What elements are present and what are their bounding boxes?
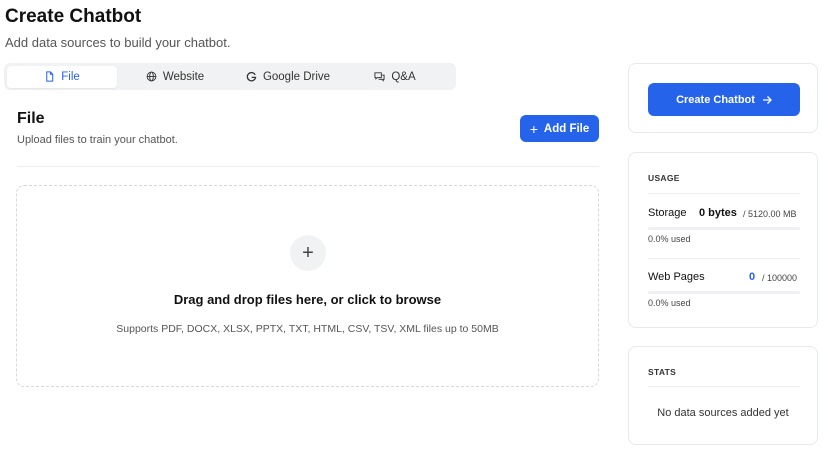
web-pages-used: 0.0% used <box>648 298 691 308</box>
file-dropzone[interactable]: + Drag and drop files here, or click to … <box>16 185 599 387</box>
section-title: File <box>17 110 45 127</box>
file-icon <box>46 71 54 82</box>
web-pages-label: Web Pages <box>648 271 705 283</box>
section-subtitle: Upload files to train your chatbot. <box>17 134 178 146</box>
storage-label: Storage <box>648 207 687 219</box>
dropzone-title: Drag and drop files here, or click to br… <box>173 292 442 307</box>
tab-file[interactable]: File <box>7 65 117 88</box>
usage-heading: USAGE <box>648 173 680 183</box>
stats-card: STATS No data sources added yet <box>628 346 818 445</box>
dropzone-hint: Supports PDF, DOCX, XLSX, PPTX, TXT, HTM… <box>116 323 499 335</box>
tab-qa-label: Q&A <box>391 70 416 83</box>
storage-used: 0.0% used <box>648 234 691 244</box>
page-title: Create Chatbot <box>5 6 142 27</box>
stats-heading: STATS <box>648 367 677 377</box>
usage-divider <box>648 193 800 194</box>
storage-max: / 5120.00 MB <box>743 209 797 219</box>
usage-card: USAGE Storage 0 bytes / 5120.00 MB 0.0% … <box>628 152 818 328</box>
web-pages-max: / 100000 <box>762 273 798 283</box>
google-icon <box>246 71 257 82</box>
create-chatbot-button[interactable]: Create Chatbot <box>648 83 800 116</box>
tab-qa[interactable]: Q&A <box>343 66 447 88</box>
chat-icon <box>374 72 385 82</box>
web-pages-value: 0 <box>749 271 756 283</box>
add-file-button[interactable]: + Add File <box>520 115 599 142</box>
add-file-label: Add File <box>543 122 590 135</box>
tab-google-drive[interactable]: Google Drive <box>233 66 343 88</box>
stats-divider <box>648 386 800 387</box>
tab-website[interactable]: Website <box>117 66 233 88</box>
tab-website-label: Website <box>162 70 205 83</box>
section-divider <box>17 166 599 167</box>
plus-icon: + <box>529 120 538 137</box>
source-tabs: File Website Google Drive Q&A <box>4 63 456 90</box>
web-pages-progress <box>648 291 800 294</box>
storage-value: 0 bytes <box>699 207 737 219</box>
create-card: Create Chatbot <box>628 63 818 133</box>
tab-google-drive-label: Google Drive <box>262 70 331 83</box>
usage-row-divider <box>648 258 800 259</box>
plus-icon: + <box>290 235 326 271</box>
globe-icon <box>146 71 157 82</box>
stats-empty-message: No data sources added yet <box>657 407 789 419</box>
arrow-right-icon <box>762 95 772 104</box>
create-chatbot-label: Create Chatbot <box>676 93 755 106</box>
tab-file-label: File <box>61 70 80 83</box>
storage-progress <box>648 227 800 230</box>
page-subtitle: Add data sources to build your chatbot. <box>5 35 231 50</box>
